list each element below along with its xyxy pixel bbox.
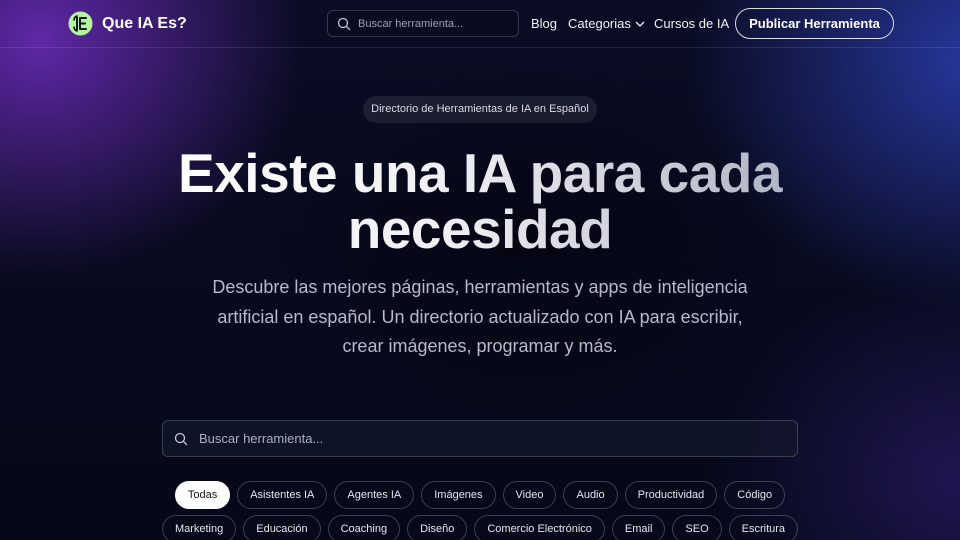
category-chip-marketing[interactable]: Marketing	[161, 515, 237, 540]
main-search[interactable]	[162, 420, 798, 457]
top-navbar: Que IA Es? Blog Categorias Cursos de IA …	[0, 0, 960, 48]
category-chips-row-1: Todas Asistentes IA Agentes IA Imágenes …	[0, 481, 960, 509]
category-chip-email[interactable]: Email	[611, 515, 666, 540]
hero-title-line1: Existe una IA para cada	[178, 142, 782, 204]
category-chip-educacion[interactable]: Educación	[243, 515, 321, 540]
category-chip-diseno[interactable]: Diseño	[407, 515, 468, 540]
nav-categorias-dropdown[interactable]: Categorias	[568, 16, 645, 31]
nav-link-cursos[interactable]: Cursos de IA	[654, 16, 729, 31]
category-chip-escritura[interactable]: Escritura	[728, 515, 799, 540]
hero-title-line2: necesidad	[347, 198, 613, 260]
category-chip-video[interactable]: Video	[502, 481, 557, 509]
category-chip-seo[interactable]: SEO	[672, 515, 722, 540]
header-search-input[interactable]	[358, 11, 516, 36]
chevron-down-icon	[635, 21, 645, 27]
logo[interactable]: Que IA Es?	[68, 11, 187, 36]
header-search[interactable]	[327, 10, 519, 37]
logo-icon	[68, 11, 93, 36]
category-chip-coaching[interactable]: Coaching	[327, 515, 401, 540]
nav-categorias-label: Categorias	[568, 16, 631, 31]
category-chip-comercio-electronico[interactable]: Comercio Electrónico	[474, 515, 605, 540]
directory-badge: Directorio de Herramientas de IA en Espa…	[363, 96, 597, 123]
publish-tool-button[interactable]: Publicar Herramienta	[735, 8, 894, 39]
category-chip-audio[interactable]: Audio	[563, 481, 618, 509]
category-chip-productividad[interactable]: Productividad	[624, 481, 718, 509]
category-chip-asistentes-ia[interactable]: Asistentes IA	[237, 481, 328, 509]
category-chips-row-2: Marketing Educación Coaching Diseño Come…	[0, 515, 960, 540]
category-chip-todas[interactable]: Todas	[174, 481, 231, 509]
hero-title: Existe una IA para cada necesidad	[130, 145, 830, 257]
category-chip-codigo[interactable]: Código	[724, 481, 786, 509]
search-icon	[174, 432, 188, 446]
search-icon	[337, 17, 351, 31]
category-chip-imagenes[interactable]: Imágenes	[421, 481, 496, 509]
main-search-input[interactable]	[199, 421, 789, 456]
nav-link-blog[interactable]: Blog	[531, 16, 557, 31]
hero-description: Descubre las mejores páginas, herramient…	[212, 277, 748, 356]
category-chip-agentes-ia[interactable]: Agentes IA	[334, 481, 415, 509]
logo-text: Que IA Es?	[102, 14, 187, 32]
